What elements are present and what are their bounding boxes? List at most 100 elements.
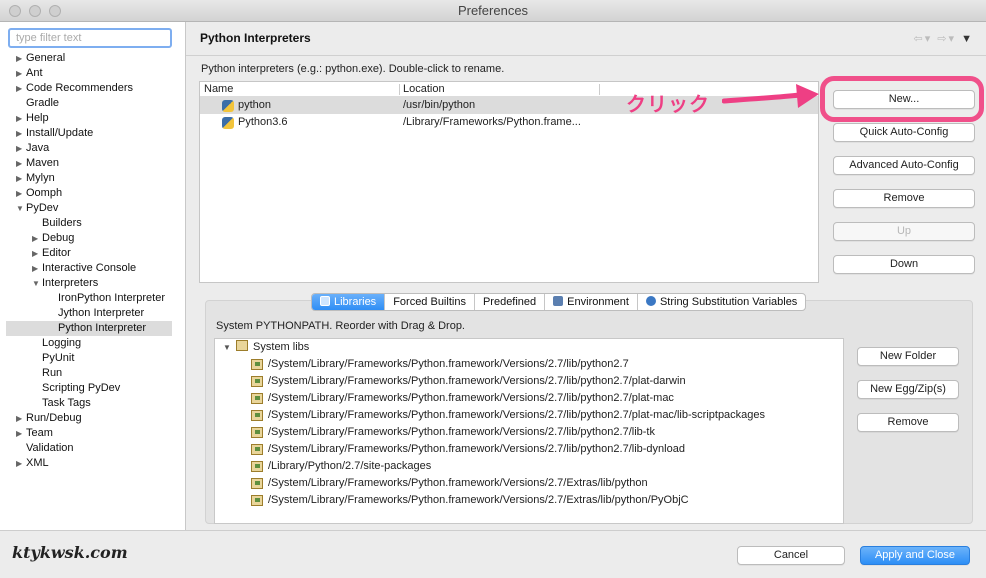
sidebar-item[interactable]: ▶ Editor	[32, 246, 71, 261]
library-path-item[interactable]: /System/Library/Frameworks/Python.framew…	[215, 441, 843, 458]
tab-bar: Libraries Forced Builtins Predefined Env…	[311, 293, 807, 311]
sidebar-item[interactable]: Run	[32, 366, 62, 381]
sidebar-item[interactable]: PyUnit	[32, 351, 74, 366]
library-path-item[interactable]: /System/Library/Frameworks/Python.framew…	[215, 475, 843, 492]
remove-library-button[interactable]: Remove	[857, 413, 959, 432]
tab-forced-builtins[interactable]: Forced Builtins	[385, 294, 475, 310]
interpreter-row[interactable]: Python3.6/Library/Frameworks/Python.fram…	[200, 114, 818, 131]
sidebar-item[interactable]: ▼ PyDev	[16, 201, 58, 216]
move-down-button[interactable]: Down	[833, 255, 975, 274]
chevron-right-icon[interactable]: ▶	[16, 156, 26, 171]
advanced-auto-config-button[interactable]: Advanced Auto-Config	[833, 156, 975, 175]
library-path-item[interactable]: /System/Library/Frameworks/Python.framew…	[215, 424, 843, 441]
minimize-window-icon[interactable]	[29, 5, 41, 17]
sidebar-item-label: Maven	[26, 157, 60, 169]
sidebar-item[interactable]: IronPython Interpreter	[48, 291, 165, 306]
column-separator	[599, 84, 600, 95]
window-titlebar: Preferences	[0, 0, 986, 22]
new-egg-zip-button[interactable]: New Egg/Zip(s)	[857, 380, 959, 399]
sidebar-item-label: Builders	[42, 217, 82, 229]
sidebar-item[interactable]: ▶ Debug	[32, 231, 74, 246]
sidebar-item-label: PyDev	[26, 202, 59, 214]
sidebar-item[interactable]: ▶ Install/Update	[16, 126, 93, 141]
chevron-right-icon[interactable]: ▶	[16, 426, 26, 441]
library-path-item[interactable]: /System/Library/Frameworks/Python.framew…	[215, 356, 843, 373]
sidebar-item[interactable]: Validation	[16, 441, 74, 456]
sidebar-item-label: Editor	[42, 247, 71, 259]
quick-auto-config-button[interactable]: Quick Auto-Config	[833, 123, 975, 142]
environment-icon	[553, 296, 564, 306]
library-icon	[235, 340, 248, 351]
sidebar-item-label: Run	[42, 367, 63, 379]
sidebar-item[interactable]: ▶ XML	[16, 456, 49, 471]
sidebar-item[interactable]: Python Interpreter	[6, 321, 172, 336]
chevron-right-icon[interactable]: ▶	[16, 171, 26, 186]
sidebar-item-label: Team	[26, 427, 53, 439]
chevron-right-icon[interactable]: ▶	[16, 81, 26, 96]
window-title: Preferences	[457, 3, 529, 18]
chevron-right-icon[interactable]: ▶	[16, 111, 26, 126]
system-libs-node[interactable]: ▼ System libs	[223, 339, 309, 356]
sidebar-item[interactable]: ▶ Ant	[16, 66, 43, 81]
column-header-name[interactable]: Name	[204, 83, 233, 95]
move-up-button[interactable]: Up	[833, 222, 975, 241]
tab-environment[interactable]: Environment	[545, 294, 638, 310]
sidebar-item[interactable]: ▶ Help	[16, 111, 49, 126]
chevron-down-icon[interactable]: ▼	[16, 201, 26, 216]
tab-predefined[interactable]: Predefined	[475, 294, 546, 310]
library-path-item[interactable]: /System/Library/Frameworks/Python.framew…	[215, 373, 843, 390]
chevron-right-icon[interactable]: ▶	[16, 126, 26, 141]
library-path-item[interactable]: /System/Library/Frameworks/Python.framew…	[215, 390, 843, 407]
library-path-item[interactable]: /System/Library/Frameworks/Python.framew…	[215, 492, 843, 509]
library-path-item[interactable]: /System/Library/Frameworks/Python.framew…	[215, 407, 843, 424]
back-arrow-icon[interactable]: ⇦▾	[913, 33, 932, 45]
sidebar-item[interactable]: ▶ Run/Debug	[16, 411, 82, 426]
close-window-icon[interactable]	[9, 5, 21, 17]
sidebar-item-label: XML	[26, 457, 49, 469]
forward-arrow-icon[interactable]: ⇨▾	[937, 33, 956, 45]
sidebar-item[interactable]: ▼ Interpreters	[32, 276, 98, 291]
zoom-window-icon[interactable]	[49, 5, 61, 17]
tab-string-substitution[interactable]: String Substitution Variables	[638, 294, 805, 310]
sidebar-item[interactable]: Gradle	[16, 96, 59, 111]
view-menu-icon[interactable]: ▼	[961, 33, 974, 45]
sidebar-item[interactable]: ▶ Oomph	[16, 186, 62, 201]
library-path: /System/Library/Frameworks/Python.framew…	[268, 443, 685, 455]
chevron-right-icon[interactable]: ▶	[16, 456, 26, 471]
chevron-right-icon[interactable]: ▶	[32, 246, 42, 261]
chevron-right-icon[interactable]: ▶	[16, 411, 26, 426]
cancel-button[interactable]: Cancel	[737, 546, 845, 565]
new-button-highlight	[820, 76, 984, 122]
new-folder-button[interactable]: New Folder	[857, 347, 959, 366]
sidebar-item[interactable]: ▶ General	[16, 51, 65, 66]
chevron-down-icon[interactable]: ▼	[223, 343, 231, 352]
chevron-right-icon[interactable]: ▶	[16, 141, 26, 156]
remove-interpreter-button[interactable]: Remove	[833, 189, 975, 208]
library-path-item[interactable]: /Library/Python/2.7/site-packages	[215, 458, 843, 475]
sidebar-item[interactable]: ▶ Interactive Console	[32, 261, 136, 276]
chevron-right-icon[interactable]: ▶	[16, 51, 26, 66]
sidebar-item[interactable]: Task Tags	[32, 396, 91, 411]
sidebar-item-label: Code Recommenders	[26, 82, 133, 94]
sidebar-item[interactable]: Scripting PyDev	[32, 381, 120, 396]
chevron-right-icon[interactable]: ▶	[32, 261, 42, 276]
sidebar-item-label: Logging	[42, 337, 82, 349]
apply-and-close-button[interactable]: Apply and Close	[860, 546, 970, 565]
system-libs-tree[interactable]: ▼ System libs /System/Library/Frameworks…	[214, 338, 844, 524]
chevron-down-icon[interactable]: ▼	[32, 276, 42, 291]
sidebar-item[interactable]: ▶ Java	[16, 141, 49, 156]
sidebar-item[interactable]: ▶ Mylyn	[16, 171, 55, 186]
sidebar-item[interactable]: Logging	[32, 336, 81, 351]
sidebar-item[interactable]: ▶ Team	[16, 426, 53, 441]
filter-input[interactable]: type filter text	[8, 28, 172, 48]
sidebar-item[interactable]: Builders	[32, 216, 82, 231]
sidebar-item[interactable]: Jython Interpreter	[48, 306, 144, 321]
column-header-location[interactable]: Location	[403, 83, 445, 95]
library-icon	[251, 427, 263, 438]
chevron-right-icon[interactable]: ▶	[32, 231, 42, 246]
sidebar-item[interactable]: ▶ Code Recommenders	[16, 81, 133, 96]
sidebar-item[interactable]: ▶ Maven	[16, 156, 59, 171]
chevron-right-icon[interactable]: ▶	[16, 186, 26, 201]
tab-libraries[interactable]: Libraries	[312, 294, 386, 310]
chevron-right-icon[interactable]: ▶	[16, 66, 26, 81]
